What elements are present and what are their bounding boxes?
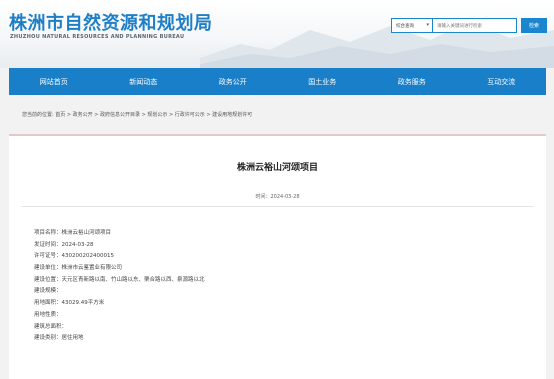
breadcrumb[interactable]: 您当前的位置: 首页 > 政务公开 > 政府信息公开目录 > 规划公示 > 行政… bbox=[22, 111, 252, 118]
field-location: 建设位置：天元区青新路以南、竹山路以东、栗合路以西、泉源路以北 bbox=[34, 276, 205, 283]
article-title: 株洲云裕山河颂项目 bbox=[236, 163, 318, 173]
field-land-use: 用地性质： bbox=[34, 311, 62, 318]
chevron-down-icon: ▾ bbox=[426, 22, 429, 28]
search-button[interactable]: 检索 bbox=[521, 18, 547, 33]
field-land-area: 用地面积：43029.49平方米 bbox=[34, 300, 105, 307]
main-nav: 网站首页 新闻动态 政务公开 国土业务 政务服务 互动交流 bbox=[9, 68, 546, 95]
field-category: 建设类别：居住用地 bbox=[34, 335, 84, 342]
field-issue-date: 发证时间：2024-03-28 bbox=[34, 241, 94, 248]
nav-item-gov-info[interactable]: 政务公开 bbox=[188, 68, 278, 95]
article-fields: 项目名称：株洲云裕山河颂项目 发证时间：2024-03-28 许可证号：4302… bbox=[34, 228, 205, 345]
article-time: 时间：2024-03-28 bbox=[255, 194, 300, 200]
nav-item-land-business[interactable]: 国土业务 bbox=[278, 68, 368, 95]
nav-item-news[interactable]: 新闻动态 bbox=[99, 68, 189, 95]
nav-item-home[interactable]: 网站首页 bbox=[9, 68, 99, 95]
field-floor-area: 建筑总面积： bbox=[34, 323, 68, 330]
mountain-backdrop bbox=[200, 22, 554, 68]
search-input[interactable]: 请输入关键词进行检索 bbox=[433, 18, 517, 33]
site-header: 株洲市自然资源和规划局 ZHUZHOU NATURAL RESOURCES AN… bbox=[0, 0, 554, 68]
field-permit-number: 许可证号：430200202400015 bbox=[34, 253, 114, 260]
nav-item-gov-service[interactable]: 政务服务 bbox=[367, 68, 457, 95]
search-scope-select[interactable]: 综合查询 ▾ bbox=[391, 18, 433, 33]
search-bar: 综合查询 ▾ 请输入关键词进行检索 检索 bbox=[391, 18, 547, 33]
field-builder: 建设单位：株洲市云鉴置业有限公司 bbox=[34, 265, 123, 272]
field-project-name: 项目名称：株洲云裕山河颂项目 bbox=[34, 230, 112, 236]
site-logo-subtitle: ZHUZHOU NATURAL RESOURCES AND PLANNING B… bbox=[10, 34, 185, 40]
article-panel: 株洲云裕山河颂项目 时间：2024-03-28 项目名称：株洲云裕山河颂项目 发… bbox=[9, 134, 546, 379]
divider bbox=[21, 206, 534, 207]
nav-item-interaction[interactable]: 互动交流 bbox=[457, 68, 547, 95]
field-scale: 建设规模： bbox=[34, 288, 62, 295]
site-logo-title[interactable]: 株洲市自然资源和规划局 bbox=[9, 9, 213, 35]
search-scope-value: 综合查询 bbox=[396, 23, 414, 29]
